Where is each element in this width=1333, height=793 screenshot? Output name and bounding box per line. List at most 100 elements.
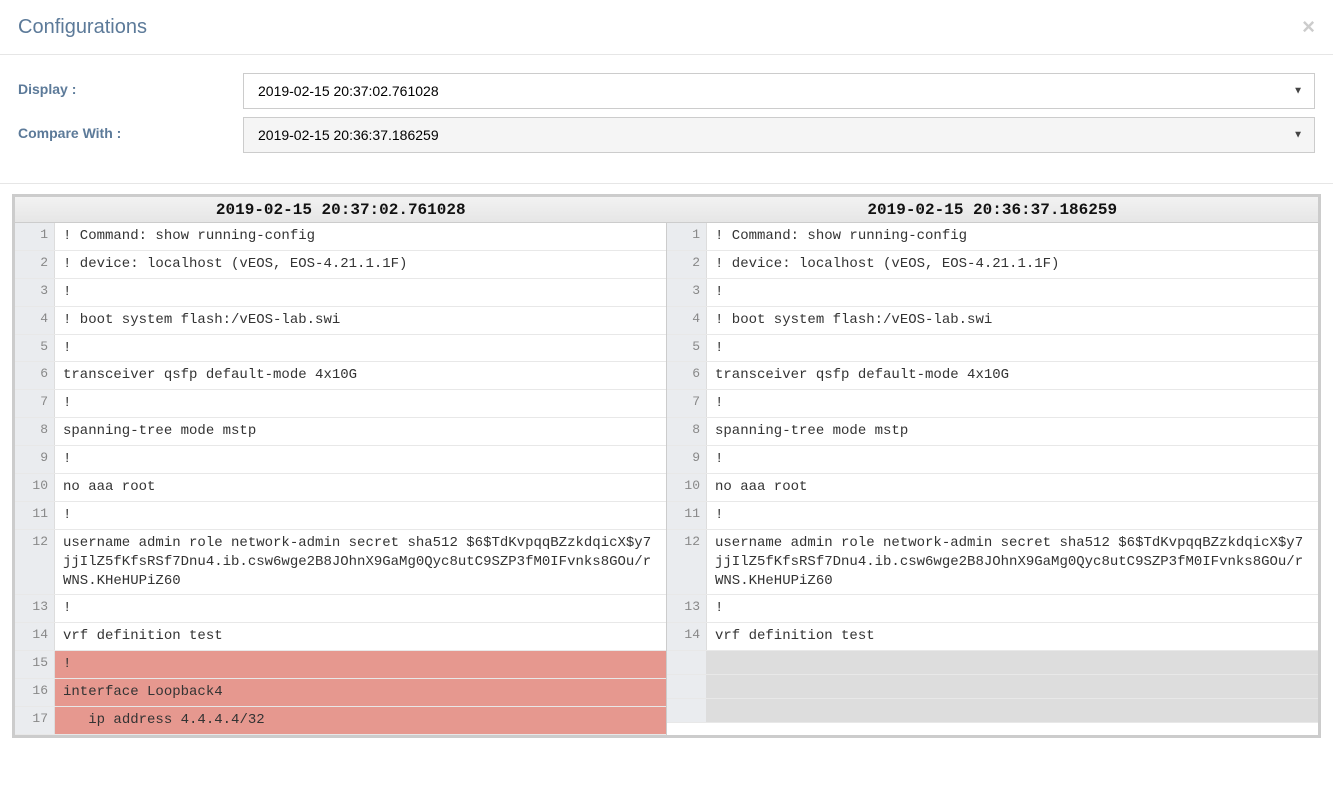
code-line: !	[55, 502, 666, 529]
diff-row: 17 ip address 4.4.4.4/32	[15, 707, 666, 735]
line-number: 15	[15, 651, 55, 678]
diff-row: 14vrf definition test	[15, 623, 666, 651]
diff-row: 16interface Loopback4	[15, 679, 666, 707]
code-line: vrf definition test	[707, 623, 1318, 650]
diff-row: 9!	[667, 446, 1318, 474]
code-line: ! device: localhost (vEOS, EOS-4.21.1.1F…	[707, 251, 1318, 278]
code-line: !	[55, 390, 666, 417]
close-icon[interactable]: ×	[1302, 14, 1315, 40]
diff-header-left: 2019-02-15 20:37:02.761028	[15, 197, 667, 222]
compare-select-wrap: 2019-02-15 20:36:37.186259 ▼	[243, 117, 1315, 153]
code-line: username admin role network-admin secret…	[707, 530, 1318, 595]
line-number: 4	[15, 307, 55, 334]
code-line: vrf definition test	[55, 623, 666, 650]
code-line: no aaa root	[707, 474, 1318, 501]
line-number: 2	[15, 251, 55, 278]
code-line: !	[55, 279, 666, 306]
diff-row: 15!	[15, 651, 666, 679]
code-line: !	[55, 595, 666, 622]
diff-row: 4! boot system flash:/vEOS-lab.swi	[667, 307, 1318, 335]
code-line: spanning-tree mode mstp	[55, 418, 666, 445]
compare-label: Compare With :	[18, 117, 243, 141]
diff-row: 11!	[667, 502, 1318, 530]
diff-row: 8spanning-tree mode mstp	[667, 418, 1318, 446]
diff-row: 14vrf definition test	[667, 623, 1318, 651]
code-line: username admin role network-admin secret…	[55, 530, 666, 595]
diff-row: 12username admin role network-admin secr…	[15, 530, 666, 596]
line-number: 3	[15, 279, 55, 306]
line-number: 8	[667, 418, 707, 445]
code-line	[707, 699, 1318, 722]
diff-row: 3!	[667, 279, 1318, 307]
diff-body: 1! Command: show running-config2! device…	[15, 223, 1318, 735]
line-number: 7	[15, 390, 55, 417]
line-number: 11	[667, 502, 707, 529]
line-number: 12	[667, 530, 707, 595]
diff-header-right: 2019-02-15 20:36:37.186259	[667, 197, 1319, 222]
line-number: 14	[667, 623, 707, 650]
code-line: ! boot system flash:/vEOS-lab.swi	[55, 307, 666, 334]
line-number	[667, 675, 707, 698]
code-line: !	[707, 335, 1318, 362]
diff-row: 2! device: localhost (vEOS, EOS-4.21.1.1…	[15, 251, 666, 279]
code-line: !	[707, 390, 1318, 417]
code-line: !	[707, 446, 1318, 473]
display-select[interactable]: 2019-02-15 20:37:02.761028	[243, 73, 1315, 109]
diff-row: 1! Command: show running-config	[15, 223, 666, 251]
diff-row: 3!	[15, 279, 666, 307]
compare-select[interactable]: 2019-02-15 20:36:37.186259	[243, 117, 1315, 153]
diff-row: 12username admin role network-admin secr…	[667, 530, 1318, 596]
line-number: 4	[667, 307, 707, 334]
line-number: 10	[667, 474, 707, 501]
code-line: !	[55, 446, 666, 473]
diff-row: 10no aaa root	[667, 474, 1318, 502]
line-number: 11	[15, 502, 55, 529]
line-number: 8	[15, 418, 55, 445]
line-number: 13	[667, 595, 707, 622]
line-number: 7	[667, 390, 707, 417]
diff-row: 10no aaa root	[15, 474, 666, 502]
diff-column-right: 1! Command: show running-config2! device…	[667, 223, 1318, 735]
diff-row	[667, 651, 1318, 675]
display-label: Display :	[18, 73, 243, 97]
diff-row: 6transceiver qsfp default-mode 4x10G	[15, 362, 666, 390]
code-line: !	[707, 279, 1318, 306]
line-number	[667, 651, 707, 674]
diff-row	[667, 675, 1318, 699]
code-line: ! boot system flash:/vEOS-lab.swi	[707, 307, 1318, 334]
diff-row: 2! device: localhost (vEOS, EOS-4.21.1.1…	[667, 251, 1318, 279]
diff-row: 7!	[15, 390, 666, 418]
line-number: 6	[667, 362, 707, 389]
code-line	[707, 651, 1318, 674]
line-number: 2	[667, 251, 707, 278]
display-row: Display : 2019-02-15 20:37:02.761028 ▼	[18, 73, 1315, 109]
line-number: 17	[15, 707, 55, 734]
diff-row: 11!	[15, 502, 666, 530]
code-line: !	[55, 335, 666, 362]
modal-title: Configurations	[18, 16, 147, 39]
line-number: 10	[15, 474, 55, 501]
code-line: ! Command: show running-config	[707, 223, 1318, 250]
line-number: 6	[15, 362, 55, 389]
code-line: spanning-tree mode mstp	[707, 418, 1318, 445]
line-number: 3	[667, 279, 707, 306]
line-number: 1	[15, 223, 55, 250]
compare-row: Compare With : 2019-02-15 20:36:37.18625…	[18, 117, 1315, 153]
diff-row: 1! Command: show running-config	[667, 223, 1318, 251]
line-number	[667, 699, 707, 722]
diff-row: 5!	[667, 335, 1318, 363]
diff-row: 9!	[15, 446, 666, 474]
line-number: 9	[667, 446, 707, 473]
diff-row: 8spanning-tree mode mstp	[15, 418, 666, 446]
line-number: 9	[15, 446, 55, 473]
line-number: 1	[667, 223, 707, 250]
code-line: !	[707, 502, 1318, 529]
line-number: 14	[15, 623, 55, 650]
modal-header: Configurations ×	[0, 0, 1333, 55]
diff-headers: 2019-02-15 20:37:02.761028 2019-02-15 20…	[15, 197, 1318, 223]
diff-row: 5!	[15, 335, 666, 363]
code-line: ip address 4.4.4.4/32	[55, 707, 666, 734]
diff-column-left: 1! Command: show running-config2! device…	[15, 223, 667, 735]
diff-area: 2019-02-15 20:37:02.761028 2019-02-15 20…	[0, 184, 1333, 748]
code-line: ! Command: show running-config	[55, 223, 666, 250]
